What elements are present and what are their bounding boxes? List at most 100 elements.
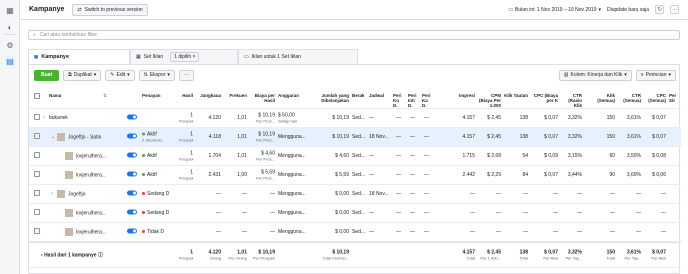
cell-ctr_all: — <box>636 191 641 197</box>
search-icon: ⌕ <box>33 32 36 38</box>
col-results[interactable]: Hasil <box>179 93 193 98</box>
row-name[interactable]: lovjerulhera... <box>65 209 119 217</box>
row-name[interactable]: bukanek <box>49 115 119 121</box>
cell-ctr_all: 3,61% <box>626 134 641 140</box>
dash: — <box>396 115 401 121</box>
selected-count-label: 1 dipilih <box>174 54 192 60</box>
row-checkbox[interactable] <box>34 228 40 236</box>
row-name[interactable]: Jogeftjo - Satin <box>57 133 119 141</box>
tab-campaigns[interactable]: ■ Kampanye <box>28 49 130 64</box>
page-title: Kampanye <box>29 6 65 13</box>
cell-cpm: — <box>496 191 501 197</box>
more-actions-button[interactable]: ··· <box>178 69 194 81</box>
expand-chevron-icon[interactable]: › <box>51 191 53 197</box>
row-checkbox[interactable] <box>34 114 40 122</box>
tab-adsets[interactable]: ▦ Set Iklan 1 dipilih × <box>130 49 238 64</box>
col-ends[interactable]: Berak <box>352 93 366 98</box>
col-link-clicks[interactable]: Klik Tautan <box>504 93 528 98</box>
folder-icon: ■ <box>34 53 39 61</box>
dash: — <box>410 115 415 121</box>
search-filter-input[interactable]: ⌕ Cari atau tambahkan filter <box>28 30 680 40</box>
col-c3[interactable]: Peri Ka D. <box>422 93 431 108</box>
col-c2[interactable]: Peri Inti D. <box>408 93 417 108</box>
cell-ctr: 3,32% <box>567 134 582 140</box>
export-button[interactable]: ⇅ Ekspor ▾ <box>138 69 175 81</box>
row-checkbox[interactable] <box>34 152 40 160</box>
row-name[interactable]: lovjerulhera... <box>65 171 119 179</box>
cell-cpr: — <box>270 229 275 235</box>
table-row[interactable]: › bukanek 1 Prospek 4.120 1,01 $ 10,19 Per Pros… <box>29 109 681 128</box>
cell-spent: $ 5,59 <box>335 172 349 178</box>
breakdown-button[interactable]: ≡ Perincian ▾ <box>635 69 676 81</box>
cell-spent: $ 0,00 <box>335 229 349 235</box>
col-ctr-all[interactable]: CTR (Semua) <box>619 93 641 103</box>
status-toggle[interactable] <box>127 190 137 198</box>
col-schedule[interactable]: Jadwal <box>369 93 391 98</box>
col-name[interactable]: Nama <box>49 93 61 98</box>
total-label[interactable]: › Hasil dari 1 kampanye ⓘ <box>41 252 103 259</box>
chevron-down-icon: ▾ <box>598 6 602 13</box>
status-toggle[interactable] <box>127 228 137 236</box>
gear-icon[interactable]: ⚙ <box>5 40 15 50</box>
table-row[interactable]: lovjerulhera... Tidak D — — — Mengguna... $ 0,… <box>29 223 681 242</box>
cell-imp: 1.715 <box>462 153 475 159</box>
status-toggle[interactable] <box>127 133 137 141</box>
col-amount-spent[interactable]: Jumlah yang Dibelanjakan <box>311 93 349 103</box>
row-checkbox[interactable] <box>34 209 40 217</box>
more-options-button[interactable]: ··· <box>670 5 679 14</box>
table-icon[interactable]: ▤ <box>5 56 15 66</box>
duplicate-button[interactable]: ⧉ Duplikat ▾ <box>63 69 102 81</box>
edit-button[interactable]: ✎ Edit ▾ <box>105 69 135 81</box>
row-name[interactable]: lovjerulhera... <box>65 228 119 236</box>
col-ctr[interactable]: CTR (Rasio Klik <box>560 93 582 108</box>
calendar-icon: ▭ <box>508 6 514 13</box>
col-cpm[interactable]: CPM (Biaya Per 1.000 <box>477 93 501 108</box>
sort-icon[interactable]: ⇅ <box>103 93 107 98</box>
expand-chevron-icon[interactable]: › <box>43 115 45 121</box>
col-per-st[interactable]: Per Sit <box>669 93 681 103</box>
refresh-button[interactable]: ↻ <box>655 5 664 14</box>
table-row[interactable]: › Jogeftjo Sedang D — — — Mengguna... $ 0,00 Sed… <box>29 185 681 204</box>
col-c1[interactable]: Peri Ku D. <box>393 93 402 108</box>
dash: — <box>410 210 415 216</box>
col-clicks-all[interactable]: Klik (Semua) <box>593 93 615 103</box>
cell-cpr: $ 10,19 Per Pros... <box>256 131 275 143</box>
row-name[interactable]: lovjerulhera... <box>65 152 119 160</box>
select-all-checkbox[interactable] <box>34 93 40 100</box>
row-checkbox[interactable] <box>34 171 40 179</box>
selected-count-pill[interactable]: 1 dipilih × <box>170 52 200 62</box>
col-frequency[interactable]: Frekuen <box>225 93 247 98</box>
table-row[interactable]: lovjerulhera... Aktif 1 Prospek 2.431 1,00 $ 5… <box>29 166 681 185</box>
breakdown-label: Perincian <box>645 72 667 78</box>
table-row[interactable]: lovjerulhera... Sedang D — — — Mengguna... $ 0… <box>29 204 681 223</box>
col-budget[interactable]: Anggaran <box>278 93 308 98</box>
col-cpc-all[interactable]: CPC (Semua) <box>644 93 666 103</box>
status-toggle[interactable] <box>127 114 137 122</box>
status-toggle[interactable] <box>127 152 137 160</box>
date-range-picker[interactable]: ▭ Bulan ini: 1 Nov 2019 – 19 Nov 2019 ▾ <box>508 7 601 13</box>
status-toggle[interactable] <box>127 171 137 179</box>
export-icon: ⇅ <box>143 72 148 78</box>
settings-icon[interactable]: ◐ <box>5 22 15 32</box>
row-checkbox[interactable] <box>34 190 40 198</box>
col-cpc[interactable]: CPC (Biaya per K <box>532 93 558 103</box>
switch-version-button[interactable]: ⇄ Switch to previous version <box>72 3 148 16</box>
col-reach[interactable]: Jangkaua <box>197 93 221 98</box>
create-button[interactable]: Buat <box>34 69 60 81</box>
row-name[interactable]: Jogeftjo <box>57 190 119 198</box>
table-row[interactable]: ⌄ Jogeftjo - Satin Aktif 2 Shortcuts 1 Prospe… <box>29 128 681 147</box>
cell-cpm: $ 2,45 <box>487 134 501 140</box>
row-checkbox[interactable] <box>34 133 40 141</box>
columns-button[interactable]: ▥ Kolom: Kinerja dan Klik ▾ <box>558 69 632 81</box>
col-cost-per-result[interactable]: Biaya per Hasil <box>249 93 275 103</box>
expand-chevron-icon[interactable]: ⌄ <box>51 134 55 140</box>
tab-ads[interactable]: ▭ Iklan untuk 1 Set Iklan <box>238 49 358 64</box>
chevron-down-icon: ▾ <box>668 72 671 78</box>
table-row[interactable]: lovjerulhera... Aktif 1 Prospek 1.704 1,01 $ 4… <box>29 147 681 166</box>
total-cpm: $ 2,45 Per 1.000... <box>480 249 501 261</box>
apps-grid-icon[interactable]: ▦ <box>5 5 15 15</box>
status-toggle[interactable] <box>127 209 137 217</box>
col-delivery[interactable]: Penayan <box>142 93 172 98</box>
cell-ctr_all: 3,61% <box>626 115 641 121</box>
col-impressions[interactable]: Impresi <box>449 93 475 98</box>
